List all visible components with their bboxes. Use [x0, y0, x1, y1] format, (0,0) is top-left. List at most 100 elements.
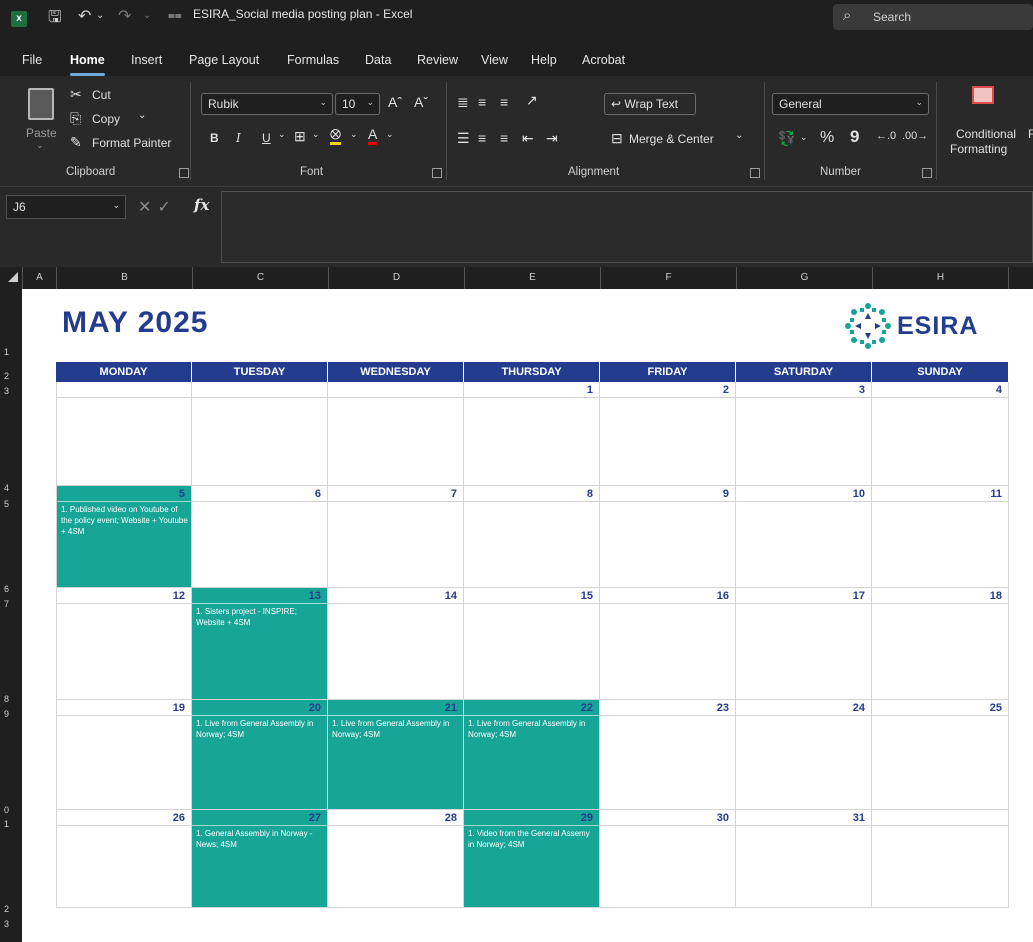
- customize-toolbar-icon[interactable]: ⩵: [168, 8, 182, 23]
- borders-icon[interactable]: ⊞: [294, 128, 306, 145]
- column-header-a[interactable]: A: [22, 267, 56, 289]
- font-color-dropdown-icon[interactable]: ⌄: [386, 129, 394, 140]
- accounting-format-icon[interactable]: 💱: [778, 130, 795, 147]
- bold-button[interactable]: B: [210, 131, 219, 145]
- calendar-day-cell[interactable]: 28: [328, 810, 464, 908]
- fill-color-icon[interactable]: ⭙: [330, 126, 342, 145]
- name-box[interactable]: J6 ⌄: [6, 195, 126, 219]
- align-bottom-icon[interactable]: ≡: [500, 94, 508, 110]
- calendar-day-cell[interactable]: 23: [600, 700, 736, 810]
- conditional-formatting-button[interactable]: Conditional: [956, 127, 1016, 141]
- align-middle-icon[interactable]: ≡: [478, 94, 486, 110]
- decrease-indent-icon[interactable]: ⇤: [522, 130, 534, 147]
- italic-button[interactable]: I: [236, 131, 241, 145]
- align-center-icon[interactable]: ≡: [478, 130, 486, 146]
- row-header[interactable]: 0: [4, 805, 9, 815]
- calendar-day-cell[interactable]: [192, 382, 328, 486]
- paste-button[interactable]: Paste: [26, 126, 57, 140]
- copy-icon[interactable]: ⎘: [70, 110, 81, 127]
- align-top-icon[interactable]: ≣: [457, 94, 469, 111]
- format-painter-button[interactable]: Format Painter: [92, 136, 171, 150]
- cut-icon[interactable]: ✂: [70, 86, 82, 103]
- row-header[interactable]: 7: [4, 599, 9, 609]
- calendar-day-cell[interactable]: 26: [56, 810, 192, 908]
- row-header[interactable]: 9: [4, 709, 9, 719]
- align-left-icon[interactable]: ☰: [457, 130, 470, 147]
- tab-view[interactable]: View: [481, 53, 508, 67]
- calendar-day-cell[interactable]: 9: [600, 486, 736, 588]
- conditional-formatting-icon[interactable]: [972, 86, 994, 104]
- calendar-day-cell[interactable]: [872, 810, 1009, 908]
- decrease-decimal-icon[interactable]: .00→: [902, 130, 928, 142]
- calendar-day-cell[interactable]: 6: [192, 486, 328, 588]
- tab-help[interactable]: Help: [531, 53, 557, 67]
- row-header[interactable]: 4: [4, 483, 9, 493]
- cut-button[interactable]: Cut: [92, 88, 111, 102]
- calendar-day-cell[interactable]: 15: [464, 588, 600, 700]
- column-header-d[interactable]: D: [328, 267, 464, 289]
- calendar-day-cell[interactable]: 5 1. Published video on Youtube of the po…: [56, 486, 192, 588]
- calendar-day-cell[interactable]: 25: [872, 700, 1009, 810]
- row-header[interactable]: 2: [4, 904, 9, 914]
- font-name-select[interactable]: Rubik ⌄: [201, 93, 333, 115]
- column-header-c[interactable]: C: [192, 267, 328, 289]
- calendar-day-cell[interactable]: 13 1. Sisters project - INSPIRE; Website …: [192, 588, 328, 700]
- fill-color-dropdown-icon[interactable]: ⌄: [350, 129, 358, 140]
- tab-file[interactable]: File: [22, 53, 42, 67]
- merge-center-button[interactable]: Merge & Center: [629, 132, 714, 146]
- calendar-day-cell[interactable]: 17: [736, 588, 872, 700]
- tab-acrobat[interactable]: Acrobat: [582, 53, 625, 67]
- calendar-day-cell[interactable]: 27 1. General Assembly in Norway - News; …: [192, 810, 328, 908]
- row-header[interactable]: 8: [4, 694, 9, 704]
- paste-icon[interactable]: [28, 88, 54, 120]
- number-format-select[interactable]: General ⌄: [772, 93, 929, 115]
- increase-decimal-icon[interactable]: ←.0: [876, 130, 896, 142]
- comma-style-button[interactable]: 9: [850, 127, 859, 147]
- row-header[interactable]: 6: [4, 584, 9, 594]
- undo-icon[interactable]: ↶: [78, 6, 91, 26]
- alignment-launcher-icon[interactable]: [750, 168, 760, 178]
- font-launcher-icon[interactable]: [432, 168, 442, 178]
- search-box[interactable]: ⌕ Search: [833, 4, 1033, 30]
- format-as-table-label[interactable]: F: [1028, 127, 1033, 141]
- tab-review[interactable]: Review: [417, 53, 458, 67]
- calendar-day-cell[interactable]: 4: [872, 382, 1009, 486]
- merge-center-icon[interactable]: ⊟: [611, 130, 623, 147]
- tab-data[interactable]: Data: [365, 53, 391, 67]
- calendar-day-cell[interactable]: 18: [872, 588, 1009, 700]
- calendar-day-cell[interactable]: 11: [872, 486, 1009, 588]
- calendar-day-cell[interactable]: 21 1. Live from General Assembly in Norwa…: [328, 700, 464, 810]
- calendar-day-cell[interactable]: 22 1. Live from General Assembly in Norwa…: [464, 700, 600, 810]
- format-painter-icon[interactable]: ✎: [70, 134, 82, 151]
- increase-font-size-icon[interactable]: Aˆ: [388, 94, 402, 110]
- font-size-select[interactable]: 10 ⌄: [335, 93, 380, 115]
- calendar-day-cell[interactable]: 20 1. Live from General Assembly in Norwa…: [192, 700, 328, 810]
- orientation-icon[interactable]: ↗: [526, 92, 538, 109]
- select-all-button[interactable]: [8, 272, 18, 282]
- calendar-day-cell[interactable]: 30: [600, 810, 736, 908]
- calendar-day-cell[interactable]: 24: [736, 700, 872, 810]
- row-header[interactable]: 3: [4, 919, 9, 929]
- calendar-day-cell[interactable]: 3: [736, 382, 872, 486]
- calendar-day-cell[interactable]: 29 1. Video from the General Assemy in No…: [464, 810, 600, 908]
- row-header[interactable]: 3: [4, 386, 9, 396]
- number-launcher-icon[interactable]: [922, 168, 932, 178]
- align-right-icon[interactable]: ≡: [500, 130, 508, 146]
- column-header-g[interactable]: G: [736, 267, 872, 289]
- column-header-e[interactable]: E: [464, 267, 600, 289]
- calendar-day-cell[interactable]: 8: [464, 486, 600, 588]
- percent-style-button[interactable]: %: [820, 129, 834, 147]
- row-header[interactable]: 2: [4, 371, 9, 381]
- underline-button[interactable]: U: [262, 131, 271, 145]
- row-header[interactable]: 1: [4, 347, 9, 357]
- column-header-h[interactable]: H: [872, 267, 1009, 289]
- accounting-dropdown-icon[interactable]: ⌄: [800, 132, 808, 143]
- row-header[interactable]: 5: [4, 499, 9, 509]
- copy-button[interactable]: Copy: [92, 112, 120, 126]
- tab-page-layout[interactable]: Page Layout: [189, 53, 259, 67]
- paste-dropdown-icon[interactable]: ⌄: [36, 140, 44, 151]
- font-color-icon[interactable]: A: [368, 126, 378, 145]
- underline-dropdown-icon[interactable]: ⌄: [278, 129, 286, 140]
- tab-formulas[interactable]: Formulas: [287, 53, 339, 67]
- insert-function-button[interactable]: fx: [194, 196, 209, 214]
